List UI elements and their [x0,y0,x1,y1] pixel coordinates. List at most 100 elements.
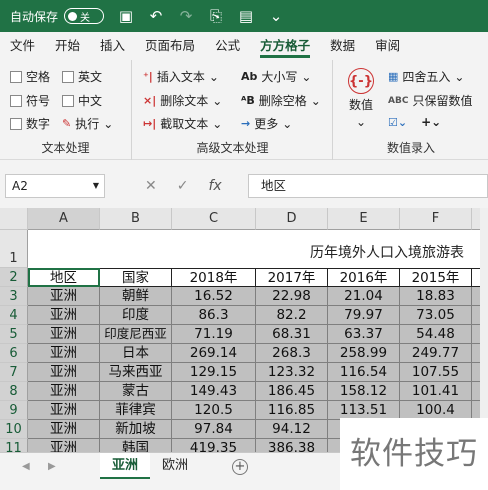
col-header-e[interactable]: E [328,208,400,230]
cancel-icon[interactable]: ✕ [145,178,157,194]
cell-country[interactable]: 蒙古 [100,382,172,401]
enter-icon[interactable]: ✓ [177,178,189,194]
cell-country[interactable]: 日本 [100,344,172,363]
col-header-d[interactable]: D [256,208,328,230]
row-header-6[interactable]: 6 [0,344,28,363]
cell-header-region[interactable]: 地区 [28,268,100,287]
cell-region[interactable]: 亚洲 [28,420,100,439]
tab-formulas[interactable]: 公式 [205,32,250,60]
tab-data[interactable]: 数据 [320,32,365,60]
cell-y2015[interactable]: 249.77 [400,344,472,363]
cell-y2017[interactable]: 268.3 [256,344,328,363]
col-header-f[interactable]: F [400,208,472,230]
row-header-1[interactable]: 1 [0,230,28,268]
cell-y2018[interactable]: 86.3 [172,306,256,325]
cell-header-2016[interactable]: 2016年 [328,268,400,287]
cell-header-2015[interactable]: 2015年 [400,268,472,287]
cell-y2018[interactable]: 97.84 [172,420,256,439]
next-sheet-icon[interactable]: ▶ [48,461,56,472]
prev-sheet-icon[interactable]: ◀ [22,461,30,472]
cell-y2017[interactable]: 94.12 [256,420,328,439]
cell-y2016[interactable]: 258.99 [328,344,400,363]
cell-region[interactable]: 亚洲 [28,382,100,401]
paste-format-icon[interactable]: ⎘ [208,7,224,25]
cell-region[interactable]: 亚洲 [28,325,100,344]
cell-header-country[interactable]: 国家 [100,268,172,287]
cell-y2018[interactable]: 419.35 [172,439,256,452]
cell-region[interactable]: 亚洲 [28,363,100,382]
cell-region[interactable]: 亚洲 [28,401,100,420]
cell-y2015[interactable]: 107.55 [400,363,472,382]
cell-country[interactable]: 朝鲜 [100,287,172,306]
row-header-7[interactable]: 7 [0,363,28,382]
cell-country[interactable]: 新加坡 [100,420,172,439]
cell-region[interactable]: 亚洲 [28,306,100,325]
remove-space-button[interactable]: ᴬB 删除空格 ⌄ [241,92,321,109]
tab-page-layout[interactable]: 页面布局 [135,32,205,60]
cell-y2015[interactable]: 18.83 [400,287,472,306]
tab-insert[interactable]: 插入 [90,32,135,60]
cell-y2015[interactable]: 54.48 [400,325,472,344]
cell-country[interactable]: 马来西亚 [100,363,172,382]
formula-input[interactable]: 地区 [248,174,488,198]
cell-header-2017[interactable]: 2017年 [256,268,328,287]
row-header-4[interactable]: 4 [0,306,28,325]
cell-y2015[interactable]: 101.41 [400,382,472,401]
cell-region[interactable]: 亚洲 [28,439,100,452]
checkbox-symbol[interactable]: 符号 [10,92,50,109]
cell-y2016[interactable]: 21.04 [328,287,400,306]
cell-region[interactable]: 亚洲 [28,344,100,363]
cell-y2016[interactable]: 158.12 [328,382,400,401]
cell-country[interactable]: 印度 [100,306,172,325]
row-header-10[interactable]: 10 [0,420,28,439]
round-button[interactable]: ▦ 四舍五入 ⌄ [388,68,464,85]
row-header-8[interactable]: 8 [0,382,28,401]
add-sheet-icon[interactable]: + [232,459,248,475]
cell-header-2018[interactable]: 2018年 [172,268,256,287]
row-header-9[interactable]: 9 [0,401,28,420]
tab-review[interactable]: 审阅 [365,32,410,60]
cell-y2018[interactable]: 16.52 [172,287,256,306]
row-header-3[interactable]: 3 [0,287,28,306]
row-header-11[interactable]: 11 [0,439,28,452]
cell-y2018[interactable]: 120.5 [172,401,256,420]
sheet-tab-europe[interactable]: 欧洲 [150,453,200,479]
col-header-a[interactable]: A [28,208,100,230]
vertical-scrollbar[interactable] [480,208,488,452]
cell-y2018[interactable]: 149.43 [172,382,256,401]
cell-country[interactable]: 印度尼西亚 [100,325,172,344]
name-box[interactable]: A2 ▼ [5,174,105,198]
tab-home[interactable]: 开始 [45,32,90,60]
extract-text-button[interactable]: ↦| 截取文本 ⌄ [143,115,222,132]
cell-country[interactable]: 韩国 [100,439,172,452]
undo-icon[interactable]: ↶ [148,7,164,25]
value-button[interactable]: {-} 数值 ⌄ [348,68,374,129]
table-title[interactable]: 历年境外人口入境旅游表 [100,230,488,268]
autosave-toggle[interactable]: 关 [64,8,105,24]
fx-icon[interactable]: fx [208,178,221,194]
tab-file[interactable]: 文件 [0,32,45,60]
cell-region[interactable]: 亚洲 [28,287,100,306]
cell-y2018[interactable]: 269.14 [172,344,256,363]
cell-country[interactable]: 菲律宾 [100,401,172,420]
cell-y2016[interactable]: 79.97 [328,306,400,325]
row-header-5[interactable]: 5 [0,325,28,344]
cell-y2017[interactable]: 68.31 [256,325,328,344]
cell-y2017[interactable]: 82.2 [256,306,328,325]
cell-y2016[interactable]: 116.54 [328,363,400,382]
checkbox-english[interactable]: 英文 [62,68,102,85]
checkbox-number[interactable]: 数字 [10,115,50,132]
redo-icon[interactable]: ↷ [178,7,194,25]
cell-y2017[interactable]: 22.98 [256,287,328,306]
customize-toolbar-icon[interactable]: ⌄ [268,7,284,25]
cell-y2017[interactable]: 186.45 [256,382,328,401]
sheet-tab-asia[interactable]: 亚洲 [100,453,151,479]
col-header-c[interactable]: C [172,208,256,230]
execute-button[interactable]: ✎ 执行 ⌄ [62,115,113,132]
checkbox-chinese[interactable]: 中文 [62,92,102,109]
cell-y2017[interactable]: 386.38 [256,439,328,452]
more-button[interactable]: → 更多 ⌄ [241,115,292,132]
row-header-2[interactable]: 2 [0,268,28,287]
cell-y2016[interactable]: 63.37 [328,325,400,344]
keep-value-button[interactable]: ABC 只保留数值 [388,92,472,109]
